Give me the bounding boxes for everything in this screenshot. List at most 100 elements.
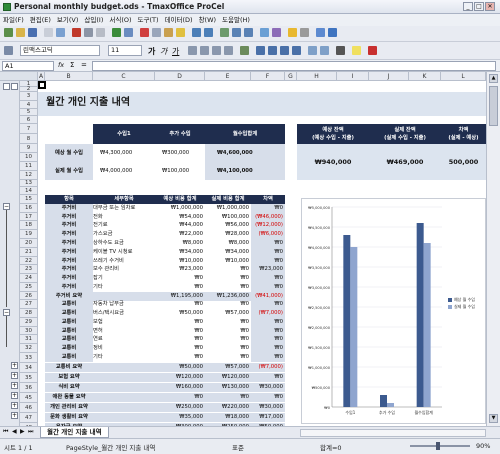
balance-header[interactable]: 실제 잔액 (실제 수입 - 지출) (369, 124, 441, 144)
row-header[interactable]: 9 (20, 144, 38, 153)
row-header[interactable]: 5 (20, 109, 38, 116)
expense-header[interactable]: 차액 (251, 195, 285, 204)
row-header[interactable]: 11 (20, 162, 38, 171)
spellcheck-icon[interactable] (112, 28, 121, 37)
row-header[interactable]: 15 (20, 195, 38, 204)
row-header[interactable]: 33 (20, 353, 38, 363)
close-button[interactable]: ✕ (485, 2, 495, 11)
font-size-select[interactable]: 11 (108, 45, 142, 56)
row-header[interactable]: 4 (20, 101, 38, 109)
expand-group-button[interactable]: + (11, 372, 18, 379)
menu-tools[interactable]: 도구(T) (135, 14, 162, 26)
expense-difference[interactable]: ₩0 (251, 318, 285, 327)
vertical-scrollbar[interactable]: ▲ ▼ (486, 72, 500, 426)
collapse-group-button[interactable]: − (3, 203, 10, 210)
expense-subcategory[interactable]: 전기료 (93, 221, 155, 230)
expense-subcategory[interactable]: 잡기 (93, 274, 155, 283)
expense-amount[interactable]: ₩0 (205, 300, 251, 309)
menu-insert[interactable]: 삽입(I) (81, 14, 106, 26)
expense-amount[interactable]: ₩50,000 (155, 309, 205, 318)
underline-button[interactable]: 가 (172, 46, 179, 57)
next-sheet-icon[interactable]: ▶ (20, 428, 25, 435)
outline-level-1-button[interactable] (3, 83, 10, 90)
expense-difference[interactable]: ₩0 (251, 248, 285, 257)
expense-category[interactable]: 주거비 (45, 283, 93, 292)
expense-difference[interactable]: ₩0 (251, 393, 285, 402)
chart-bar[interactable] (416, 223, 424, 407)
income-row-label[interactable]: 실제 월 수입 (45, 162, 93, 180)
expense-subcategory[interactable]: 정비 (93, 344, 155, 353)
expense-subcategory[interactable]: 상하수도 요금 (93, 239, 155, 248)
expense-amount[interactable]: ₩50,000 (155, 363, 205, 372)
expense-subcategory[interactable]: 가스요금 (93, 230, 155, 239)
expense-header[interactable]: 실제 비용 합계 (205, 195, 251, 204)
zoom-slider-thumb[interactable] (436, 442, 440, 450)
expense-difference[interactable]: ₩0 (251, 353, 285, 362)
expense-difference[interactable]: (₩7,000) (251, 363, 285, 372)
expense-category[interactable]: 애완 동물 요약 (45, 393, 93, 402)
expense-header[interactable]: 항목 (45, 195, 93, 204)
email-icon[interactable] (56, 28, 65, 37)
expense-category[interactable]: 주거비 (45, 248, 93, 257)
row-header[interactable]: 14 (20, 187, 38, 195)
expense-difference[interactable]: ₩0 (251, 283, 285, 292)
expense-difference[interactable]: (₩7,000) (251, 309, 285, 318)
expense-amount[interactable]: ₩8,000 (155, 239, 205, 248)
expense-amount[interactable]: ₩0 (155, 393, 205, 402)
edit-icon[interactable] (44, 28, 53, 37)
chart-bar[interactable] (387, 403, 394, 407)
prev-sheet-icon[interactable]: ◀ (12, 428, 17, 435)
expense-subcategory[interactable] (93, 403, 155, 412)
open-folder-icon[interactable] (16, 28, 25, 37)
cut-icon[interactable] (140, 28, 149, 37)
expense-amount[interactable]: ₩35,000 (155, 413, 205, 422)
expense-category[interactable]: 교통비 (45, 353, 93, 362)
zoom-slider[interactable] (410, 445, 470, 447)
pdf-icon[interactable] (72, 28, 81, 37)
row-header[interactable]: 16 (20, 204, 38, 213)
expense-subcategory[interactable]: 연료 (93, 335, 155, 344)
name-box[interactable]: A1 (2, 61, 54, 71)
font-name-select[interactable]: 린맥스고딕 (20, 45, 100, 56)
income-value[interactable]: ₩100,000 (162, 162, 189, 180)
menu-file[interactable]: 파일(F) (0, 14, 27, 26)
formula-input[interactable] (92, 61, 496, 71)
col-header-e[interactable]: E (205, 72, 251, 81)
draw-icon[interactable] (272, 28, 281, 37)
expense-subcategory[interactable]: 기타 (93, 353, 155, 362)
income-total[interactable]: ₩4,100,000 (205, 162, 285, 180)
row-header[interactable]: 47 (20, 413, 38, 423)
chart-bar[interactable] (350, 247, 358, 407)
expense-amount[interactable]: ₩0 (205, 335, 251, 344)
menu-data[interactable]: 데이터(D) (162, 14, 196, 26)
expense-amount[interactable]: ₩18,000 (205, 413, 251, 422)
row-header[interactable]: 32 (20, 344, 38, 353)
format-paintbrush-icon[interactable] (176, 28, 185, 37)
expense-category[interactable]: 교통비 (45, 335, 93, 344)
chart-bar[interactable] (423, 243, 431, 407)
expense-difference[interactable]: ₩0 (251, 239, 285, 248)
bold-button[interactable]: 가 (148, 46, 155, 57)
row-header[interactable]: 7 (20, 124, 38, 134)
expense-subcategory[interactable] (93, 363, 155, 372)
expense-amount[interactable]: ₩0 (205, 344, 251, 353)
borders-icon[interactable] (336, 46, 345, 55)
row-header[interactable]: 28 (20, 309, 38, 318)
select-all-corner[interactable] (0, 72, 38, 81)
row-header[interactable]: 10 (20, 153, 38, 162)
expense-subcategory[interactable] (93, 383, 155, 392)
row-header[interactable]: 8 (20, 134, 38, 144)
row-header[interactable]: 23 (20, 265, 38, 274)
col-header-c[interactable]: C (93, 72, 155, 81)
minimize-button[interactable]: _ (463, 2, 473, 11)
expense-header[interactable]: 세부항목 (93, 195, 155, 204)
expense-amount[interactable]: ₩44,000 (155, 221, 205, 230)
find-icon[interactable] (288, 28, 297, 37)
expense-difference[interactable]: ₩0 (251, 344, 285, 353)
expense-category[interactable]: 주거비 (45, 221, 93, 230)
income-value[interactable]: ₩4,000,000 (100, 162, 132, 180)
col-header-l[interactable]: L (441, 72, 486, 81)
expense-amount[interactable]: ₩1,000,000 (155, 204, 205, 213)
expense-amount[interactable]: ₩160,000 (155, 383, 205, 392)
row-header[interactable]: 12 (20, 171, 38, 180)
